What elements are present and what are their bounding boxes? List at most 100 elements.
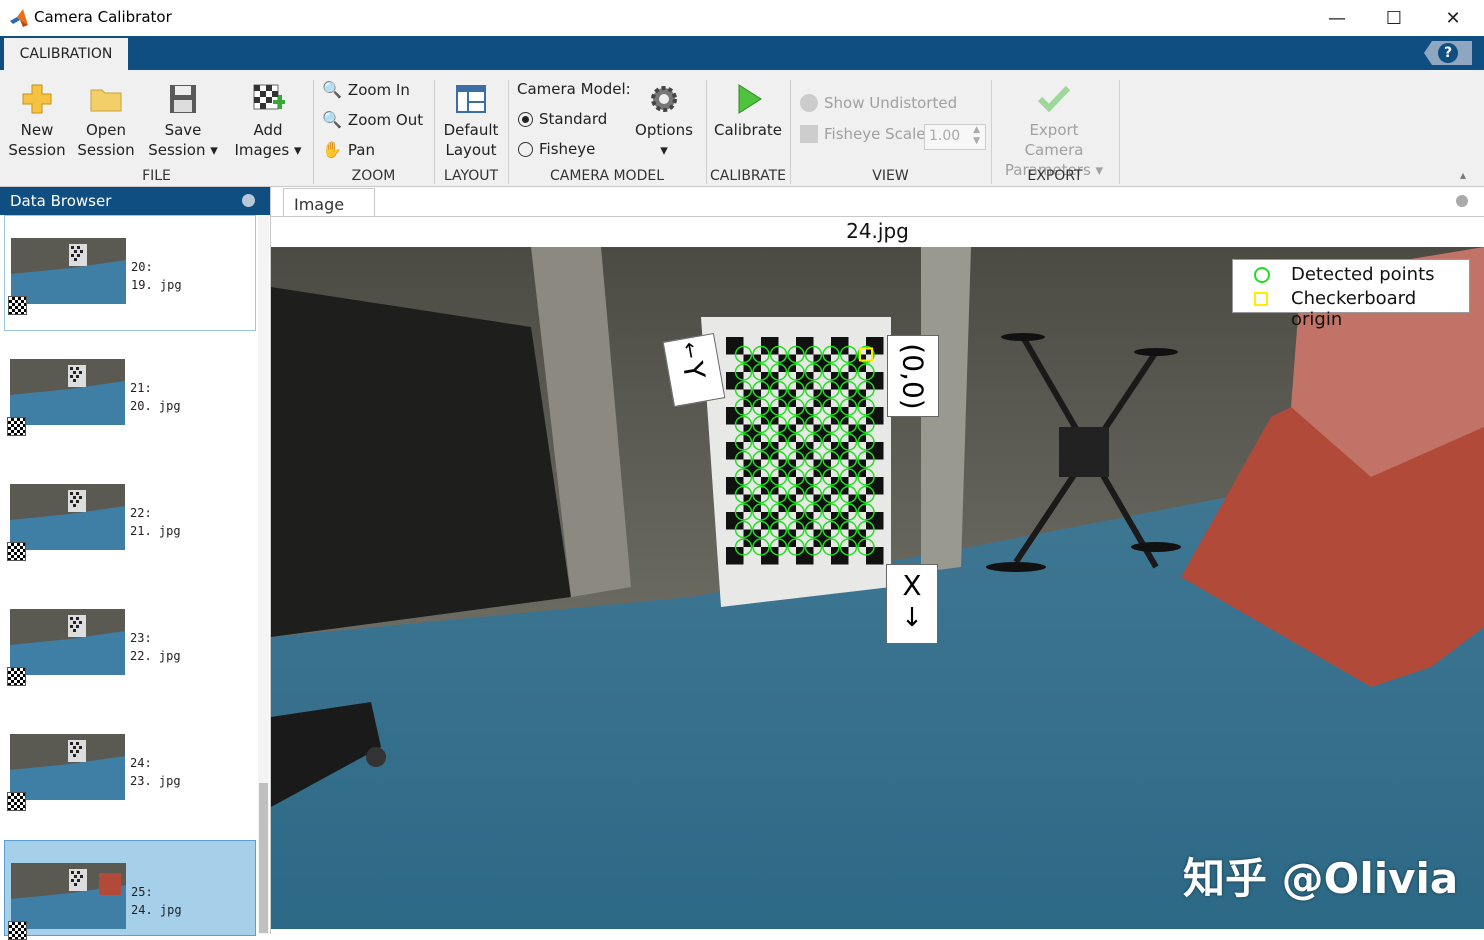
ribbon-divider <box>1119 80 1120 184</box>
fisheye-scale-spinner[interactable]: 1.00 ▲ ▼ <box>924 124 986 150</box>
default-layout-button[interactable]: Default Layout <box>440 82 502 160</box>
checker-square <box>813 354 831 372</box>
thumbnail-item[interactable]: 23: 22. jpg <box>4 587 254 699</box>
thumbnail-item[interactable]: 20: 19. jpg <box>4 215 256 331</box>
thumbnail-filename: 19. jpg <box>131 278 182 292</box>
checker-square <box>813 494 831 512</box>
tab-calibration[interactable]: CALIBRATION <box>4 38 128 70</box>
calibration-image[interactable]: Detected points Checkerboard origin Y ← (… <box>271 247 1484 929</box>
zoom-in-button[interactable]: 🔍 Zoom In <box>322 80 410 99</box>
thumbnail-item[interactable]: 22: 21. jpg <box>4 462 254 574</box>
checker-square <box>866 512 884 530</box>
checker-square <box>848 354 866 372</box>
thumbnail-index: 25: <box>131 885 153 899</box>
camera-model-label: Camera Model: <box>517 80 631 98</box>
pan-button[interactable]: ✋ Pan <box>322 140 375 159</box>
checker-square <box>848 389 866 407</box>
zoom-out-label: Zoom Out <box>347 110 424 129</box>
y-axis-label: Y ← <box>662 332 726 408</box>
legend-checkerboard-origin: Checkerboard origin <box>1291 288 1417 330</box>
fisheye-scale-value: 1.00 <box>929 128 961 144</box>
options-button[interactable]: Options ▾ <box>632 82 696 160</box>
fisheye-scale-icon <box>800 125 818 143</box>
new-session-button[interactable]: New Session <box>6 82 68 160</box>
close-button[interactable]: ✕ <box>1441 6 1465 30</box>
checker-square <box>831 547 849 565</box>
thumbnail-index: 21: <box>130 381 152 395</box>
checker-square <box>796 407 814 425</box>
checker-square <box>831 372 849 390</box>
data-browser-scrollbar[interactable] <box>258 215 269 934</box>
panel-options-icon[interactable] <box>242 194 255 207</box>
thumbnail-item[interactable]: 24: 23. jpg <box>4 712 254 824</box>
panel-options-icon[interactable] <box>1456 195 1468 207</box>
zoom-in-icon: 🔍 <box>322 80 342 99</box>
thumbnail-label: 25: 24. jpg <box>131 883 182 919</box>
checker-square <box>831 337 849 355</box>
thumbnail-index: 23: <box>130 631 152 645</box>
play-icon <box>738 84 762 114</box>
group-label-camera-model: CAMERA MODEL <box>550 168 664 184</box>
help-button[interactable]: ? <box>1424 41 1472 65</box>
save-session-label-2: Session <box>148 141 206 159</box>
plus-icon <box>22 84 52 114</box>
y-axis-text: Y <box>676 358 712 382</box>
checker-square <box>761 512 779 530</box>
checker-square <box>761 372 779 390</box>
matlab-logo-icon <box>10 9 28 27</box>
checker-square <box>726 512 744 530</box>
show-undistorted-button[interactable]: Show Undistorted <box>800 94 957 112</box>
thumbnail-item[interactable]: 21: 20. jpg <box>4 337 254 449</box>
thumbnail-index: 22: <box>130 506 152 520</box>
checker-square <box>743 459 761 477</box>
group-label-zoom: ZOOM <box>351 168 396 184</box>
data-browser-title: Data Browser <box>10 192 112 210</box>
add-images-button[interactable]: Add Images ▾ <box>230 82 306 160</box>
scrollbar-thumb[interactable] <box>259 783 268 933</box>
zoom-out-button[interactable]: 🔍 Zoom Out <box>322 110 423 129</box>
checkerboard-badge-icon <box>8 296 27 315</box>
data-browser-panel: Data Browser 20: 19. jpg 21: 20. jpg 22: 21. … <box>0 187 271 940</box>
checker-square <box>848 459 866 477</box>
scene-illustration <box>271 247 1484 929</box>
thumbnail-image <box>10 359 125 425</box>
checkerboard-badge-icon <box>7 417 26 436</box>
checker-square <box>796 337 814 355</box>
image-panel: Image 24.jpg Detected points Checkerboar… <box>271 187 1484 934</box>
standard-radio[interactable]: Standard <box>518 110 607 128</box>
minimize-button[interactable]: — <box>1325 6 1349 30</box>
checker-square <box>813 529 831 547</box>
checker-square <box>813 459 831 477</box>
maximize-button[interactable]: ☐ <box>1382 6 1406 30</box>
checker-square <box>726 477 744 495</box>
checker-square <box>796 442 814 460</box>
tab-image[interactable]: Image <box>283 188 375 217</box>
checker-square <box>761 547 779 565</box>
checker-square <box>778 494 796 512</box>
undistorted-icon <box>800 94 818 112</box>
open-session-label-2: Session <box>77 141 135 159</box>
watermark: 知乎 @Olivia <box>1183 854 1459 903</box>
checker-square <box>761 442 779 460</box>
checker-square <box>796 512 814 530</box>
open-session-button[interactable]: Open Session <box>75 82 137 160</box>
fisheye-radio[interactable]: Fisheye <box>518 140 595 158</box>
thumbnail-label: 24: 23. jpg <box>130 754 181 790</box>
checker-square <box>848 424 866 442</box>
checker-square <box>831 442 849 460</box>
radio-selected-icon <box>518 111 533 127</box>
checker-square <box>796 547 814 565</box>
save-session-button[interactable]: Save Session ▾ <box>144 82 222 160</box>
calibrate-button[interactable]: Calibrate <box>712 82 784 140</box>
export-camera-parameters-button[interactable]: Export Camera Parameters ▾ <box>998 82 1110 180</box>
checker-square <box>831 477 849 495</box>
hand-icon: ✋ <box>322 140 342 159</box>
thumbnail-item[interactable]: 25: 24. jpg <box>4 840 256 940</box>
open-session-label-1: Open <box>85 121 127 139</box>
collapse-ribbon-icon[interactable]: ▴ <box>1460 168 1466 182</box>
thumbnail-label: 21: 20. jpg <box>130 379 181 415</box>
title-bar: Camera Calibrator — ☐ ✕ <box>0 0 1484 36</box>
thumbnail-index: 20: <box>131 260 153 274</box>
checkerboard-badge-icon <box>8 921 27 940</box>
chevron-down-icon: ▾ <box>660 141 668 159</box>
